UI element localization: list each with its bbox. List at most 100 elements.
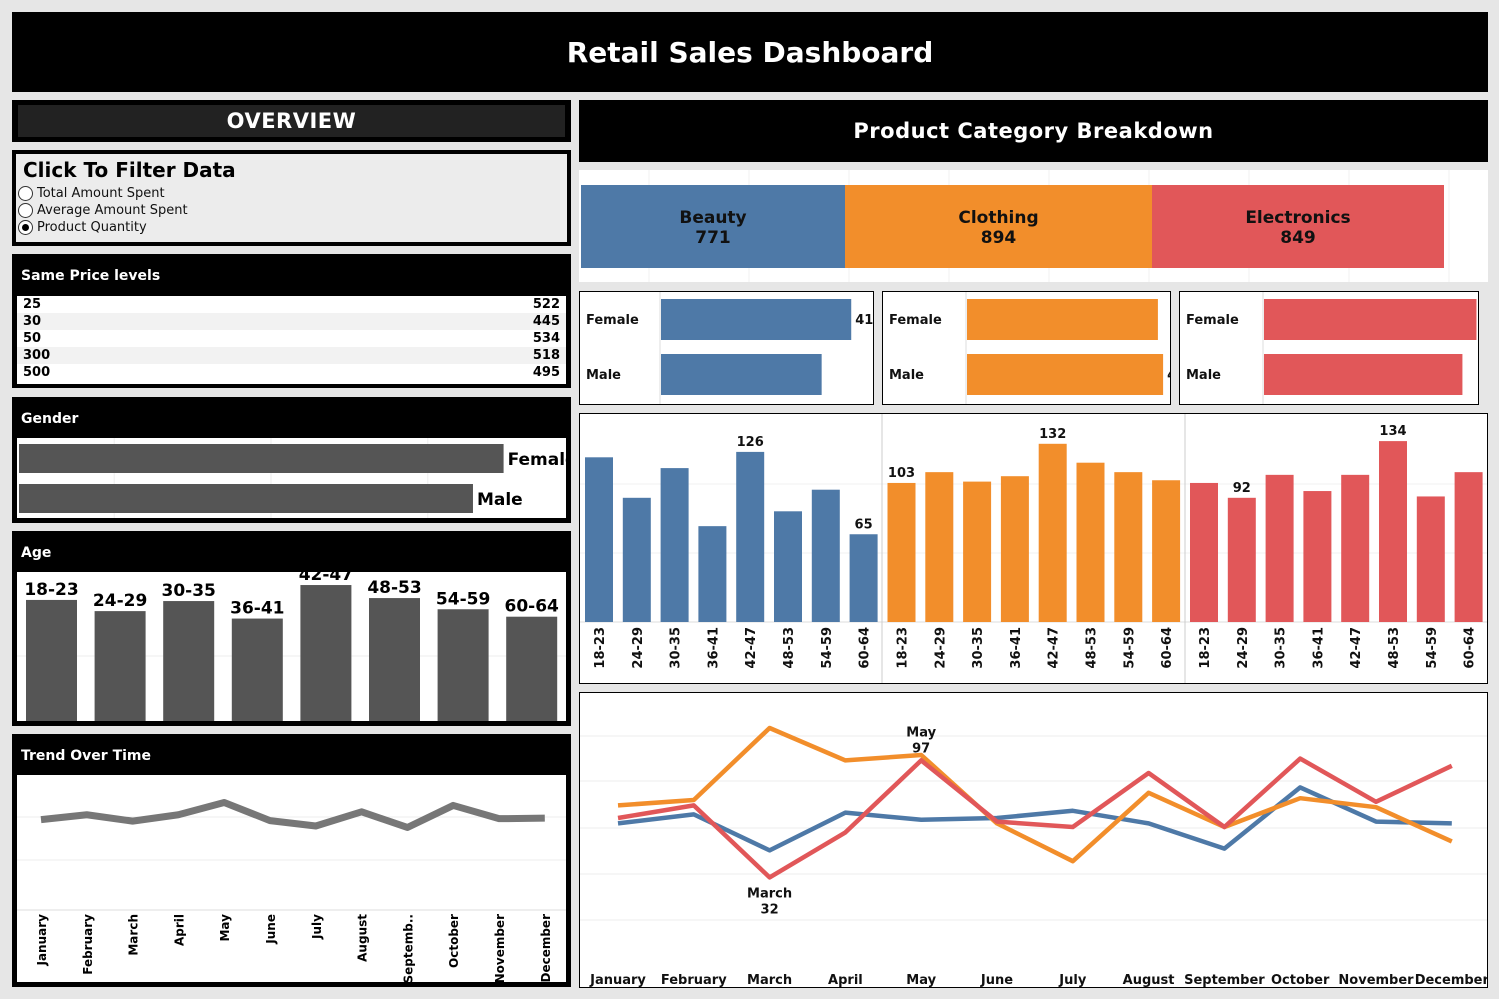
table-row[interactable]: 50 534: [17, 330, 566, 347]
category-age-axis-label: 18-23: [896, 627, 911, 669]
age-bar: [300, 585, 352, 721]
category-gender-bar: [1264, 354, 1463, 395]
table-row[interactable]: 25 522: [17, 296, 566, 313]
category-trend-month-label: September: [1184, 973, 1265, 987]
radio-selected-icon[interactable]: [18, 220, 33, 235]
category-age-value: 103: [888, 466, 915, 481]
trend-month-label: Septemb..: [401, 914, 415, 982]
trend-month-label: February: [81, 914, 95, 975]
category-age-axis-label: 24-29: [631, 627, 646, 669]
gender-axis-label: Male: [889, 368, 924, 383]
category-age-bar: [1416, 496, 1445, 622]
overview-panel: OVERVIEW: [12, 100, 571, 142]
category-trend-month-label: November: [1338, 973, 1414, 987]
filter-option-total[interactable]: Total Amount Spent: [18, 185, 165, 202]
table-row[interactable]: 300 518: [17, 347, 566, 364]
trend-month-label: June: [264, 914, 278, 945]
category-age-panel: 18-23 24-29 30-35 36-41 126 42-47 48-53 54-59 65…: [579, 413, 1488, 684]
overview-title: OVERVIEW: [18, 105, 565, 137]
category-value-label: 894: [981, 228, 1017, 248]
category-trend-month-label: March: [747, 973, 792, 987]
age-label: 24-29: [93, 591, 147, 611]
gender-label: Female: [508, 450, 566, 470]
gender-bar: [19, 484, 473, 513]
category-age-bar: [774, 511, 802, 622]
radio-icon[interactable]: [18, 186, 33, 201]
category-trend-line: [617, 725, 1453, 864]
age-bar: [506, 616, 558, 721]
gender-label: Male: [477, 490, 523, 510]
trend-month-label: July: [310, 914, 324, 940]
gender-axis-label: Female: [586, 313, 639, 328]
trend-month-label: November: [493, 914, 507, 982]
gender-panel: Gender Female Male: [12, 397, 571, 523]
table-row[interactable]: 500 495: [17, 364, 566, 381]
category-gender-value: 418: [855, 313, 873, 328]
category-trend-panel: January February March April May June July Augu…: [579, 692, 1489, 988]
radio-icon[interactable]: [18, 203, 33, 218]
category-age-axis-label: 48-53: [1387, 627, 1402, 669]
category-age-axis-label: 36-41: [1009, 627, 1024, 669]
trend-month-label: December: [539, 914, 553, 982]
filter-option-quantity[interactable]: Product Quantity: [18, 219, 147, 236]
trend-annotation-month: March: [747, 886, 792, 901]
category-age-bar: [963, 481, 992, 622]
category-age-axis-label: 30-35: [971, 627, 986, 669]
age-bar: [369, 598, 420, 721]
price-label: 500: [23, 365, 51, 380]
age-bar: [231, 618, 283, 721]
gender-axis-label: Female: [889, 313, 942, 328]
category-age-bar: [1379, 441, 1407, 622]
category-age-axis-label: 36-41: [1311, 627, 1326, 669]
category-gender-bar: [1264, 299, 1477, 340]
beauty-gender-panel: Female 418 Male: [579, 291, 882, 405]
category-name-label: Beauty: [679, 208, 746, 228]
category-age-axis-label: 48-53: [1085, 627, 1100, 669]
category-gender-bar: [661, 354, 822, 395]
category-age-bar: [736, 451, 765, 622]
price-value: 534: [532, 331, 560, 346]
price-levels-table: 25 522 30 445 50 534 300 518 500 495: [17, 296, 566, 384]
trend-month-label: April: [172, 914, 186, 946]
category-age-bar: [1227, 497, 1256, 622]
category-age-axis-label: 24-29: [933, 627, 948, 669]
gender-axis-label: Male: [1186, 368, 1221, 383]
category-age-axis-label: 30-35: [669, 627, 684, 669]
category-age-value: 134: [1379, 424, 1406, 439]
category-age-axis-label: 42-47: [744, 627, 759, 669]
age-label: 18-23: [24, 580, 78, 600]
table-row[interactable]: 30 445: [17, 313, 566, 330]
category-age-value: 132: [1039, 427, 1066, 442]
trend-chart: January February March April May June July Augu…: [17, 775, 566, 982]
category-age-value: 126: [737, 435, 764, 450]
category-gender-bar: [967, 354, 1164, 395]
age-title: Age: [21, 545, 52, 561]
dashboard-title: Retail Sales Dashboard: [12, 12, 1488, 92]
category-age-bar: [622, 497, 651, 622]
category-name-label: Electronics: [1245, 208, 1350, 228]
filter-option-label: Average Amount Spent: [37, 203, 188, 218]
trend-month-label: January: [35, 914, 49, 967]
age-label: 36-41: [230, 599, 284, 619]
category-age-bar: [698, 526, 727, 622]
category-age-bar: [1000, 476, 1029, 622]
category-age-axis-label: 42-47: [1047, 627, 1062, 669]
price-value: 522: [532, 297, 560, 312]
filter-option-average[interactable]: Average Amount Spent: [18, 202, 188, 219]
category-age-axis-label: 54-59: [1122, 627, 1137, 669]
category-trend-month-label: December: [1415, 973, 1487, 987]
category-trend-month-label: June: [980, 973, 1013, 987]
price-value: 445: [532, 314, 560, 329]
category-age-bar: [1076, 462, 1105, 622]
category-age-bar: [1152, 480, 1181, 622]
category-age-axis-label: 18-23: [1198, 627, 1213, 669]
gender-title: Gender: [21, 411, 79, 427]
age-label: 30-35: [162, 581, 216, 601]
category-trend-month-label: May: [906, 973, 936, 987]
clothing-gender-chart: Female Male 453: [889, 292, 1194, 404]
category-age-bar: [1038, 443, 1067, 622]
category-age-bar: [925, 472, 954, 622]
trend-month-label: August: [356, 914, 370, 962]
age-label: 60-64: [505, 597, 560, 617]
category-age-bar: [1190, 482, 1218, 622]
